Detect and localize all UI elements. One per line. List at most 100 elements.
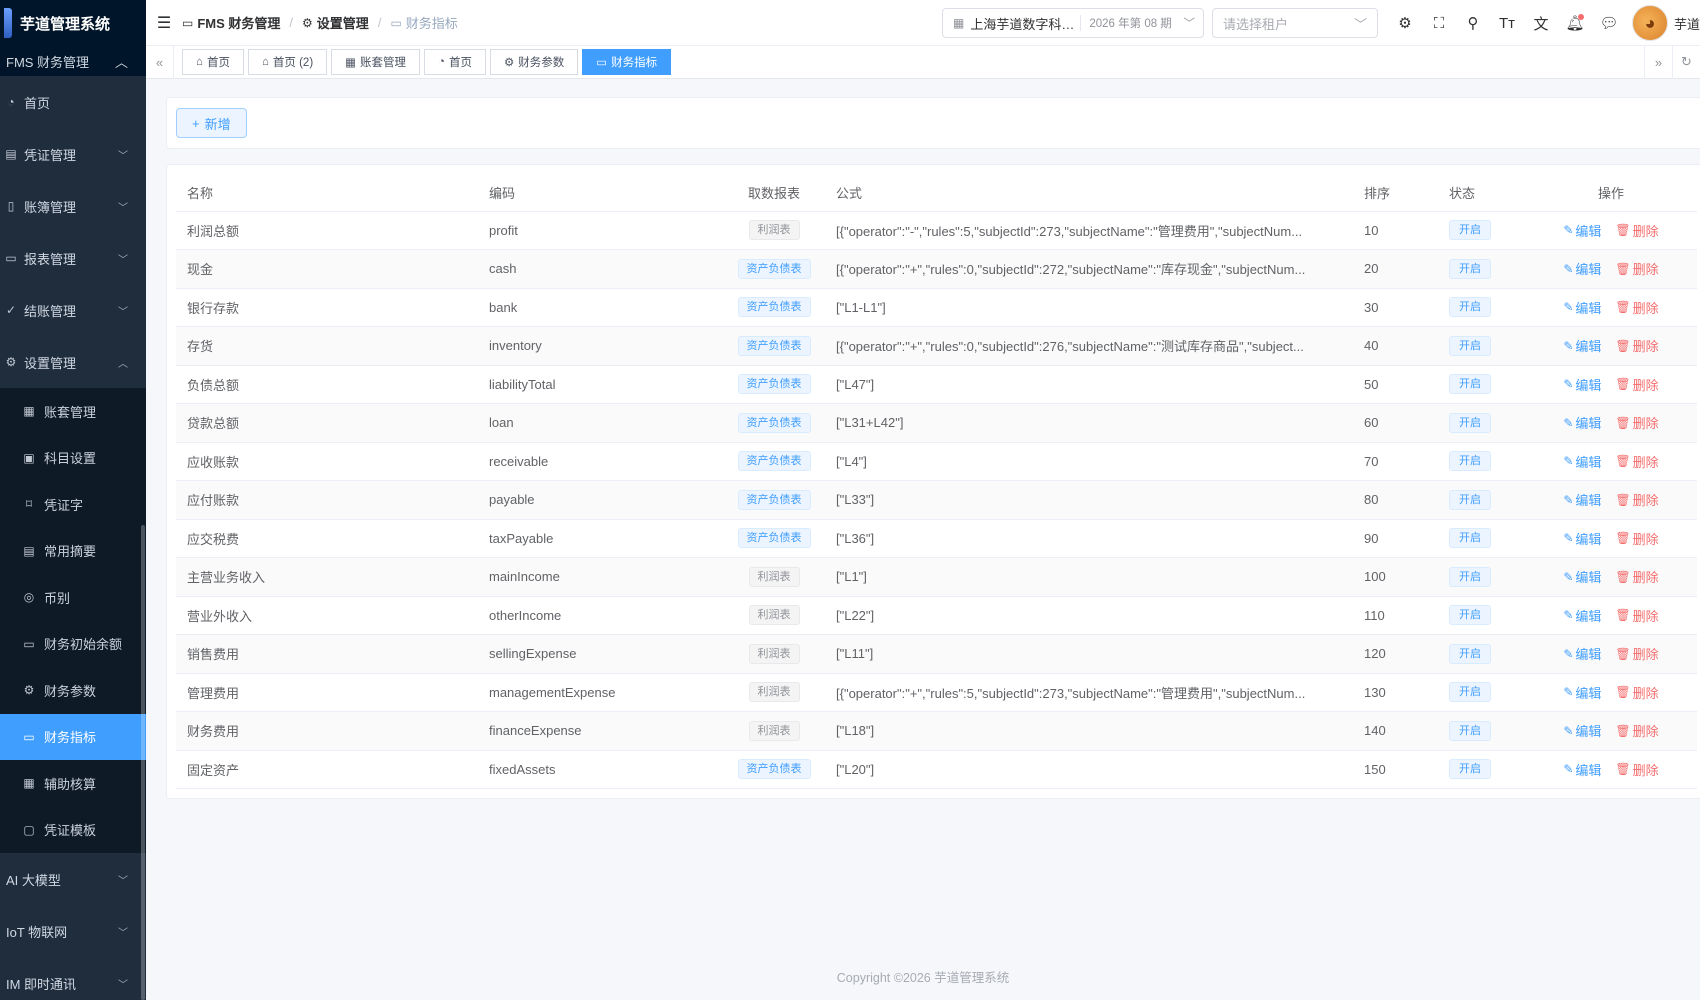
column-header-code[interactable]: 编码 (478, 175, 723, 212)
table-row[interactable]: 营业外收入 otherIncome 利润表 ["L22"] 110 开启 ✎ 编辑 🗑︎ 删除 (176, 596, 1697, 635)
edit-button[interactable]: ✎ 编辑 (1563, 298, 1601, 317)
sidebar-item-common-summary[interactable]: ▤ 常用摘要 (0, 528, 146, 575)
tag-account-set[interactable]: ▦ 账套管理 (331, 49, 421, 75)
table-row[interactable]: 应付账款 payable 资产负债表 ["L33"] 80 开启 ✎ 编辑 🗑︎ 删除 (176, 480, 1697, 520)
sidebar-item-voucher[interactable]: ▤ 凭证管理 ﹀ (0, 128, 146, 180)
delete-button[interactable]: 🗑︎ 删除 (1615, 336, 1658, 355)
fullscreen-icon[interactable]: ⛶ (1422, 6, 1456, 40)
edit-button[interactable]: ✎ 编辑 (1563, 529, 1601, 548)
sidebar-item-settings[interactable]: ⚙ 设置管理 ︿ (0, 336, 146, 388)
column-header-formula[interactable]: 公式 (825, 175, 1353, 212)
sidebar-item-im[interactable]: IM 即时通讯 ﹀ (0, 957, 146, 1000)
sidebar-item-iot[interactable]: IoT 物联网 ﹀ (0, 905, 146, 957)
table-row[interactable]: 财务费用 financeExpense 利润表 ["L18"] 140 开启 ✎ 编辑 🗑︎ 删除 (176, 711, 1697, 751)
breadcrumb-item-fms[interactable]: ▭ FMS 财务管理 (182, 13, 280, 32)
delete-button[interactable]: 🗑︎ 删除 (1615, 529, 1658, 548)
sidebar-item-report[interactable]: ▭ 报表管理 ﹀ (0, 232, 146, 284)
delete-button[interactable]: 🗑︎ 删除 (1615, 760, 1658, 779)
avatar[interactable]: ◕ (1632, 5, 1668, 41)
chat-icon[interactable]: 💬︎ (1592, 6, 1626, 40)
tag-dashboard[interactable]: ◔ 首页 (424, 49, 486, 75)
app-logo[interactable]: 芋道管理系统 (0, 0, 146, 46)
menu-group-fms[interactable]: FMS 财务管理 ︿ (0, 46, 146, 76)
table-row[interactable]: 负债总额 liabilityTotal 资产负债表 ["L47"] 50 开启 ✎ 编辑 🗑︎ 删… (176, 365, 1697, 404)
delete-button[interactable]: 🗑︎ 删除 (1615, 721, 1658, 740)
delete-button[interactable]: 🗑︎ 删除 (1615, 644, 1658, 663)
edit-icon: ✎ (1563, 454, 1574, 469)
sidebar-item-finance-params[interactable]: ⚙ 财务参数 (0, 667, 146, 714)
user-name[interactable]: 芋道 (1674, 14, 1700, 33)
table-row[interactable]: 应收账款 receivable 资产负债表 ["L4"] 70 开启 ✎ 编辑 🗑︎ 删除 (176, 442, 1697, 481)
column-header-status[interactable]: 状态 (1438, 175, 1525, 212)
delete-button[interactable]: 🗑︎ 删除 (1615, 683, 1658, 702)
sidebar-item-subject-settings[interactable]: ▣ 科目设置 (0, 435, 146, 482)
sidebar-item-ai[interactable]: AI 大模型 ﹀ (0, 853, 146, 905)
settings-icon[interactable]: ⚙ (1388, 6, 1422, 40)
delete-button[interactable]: 🗑︎ 删除 (1615, 567, 1658, 586)
delete-button[interactable]: 🗑︎ 删除 (1615, 413, 1658, 432)
translate-icon[interactable]: 文 (1524, 6, 1558, 40)
column-header-sort[interactable]: 排序 (1353, 175, 1438, 212)
sidebar-item-auxiliary[interactable]: ▦ 辅助核算 (0, 760, 146, 807)
tenant-select[interactable]: 请选择租户 ﹀ (1212, 8, 1378, 38)
sidebar-item-initial-balance[interactable]: ▭ 财务初始余额 (0, 621, 146, 668)
tag-finance-params[interactable]: ⚙ 财务参数 (489, 49, 579, 75)
double-chevron-left-icon[interactable]: « (146, 45, 174, 79)
delete-button[interactable]: 🗑︎ 删除 (1615, 221, 1658, 240)
table-row[interactable]: 现金 cash 资产负债表 [{"operator":"+","rules":0,"s… (176, 249, 1697, 289)
delete-button[interactable]: 🗑︎ 删除 (1615, 375, 1658, 394)
menu-toggle-icon[interactable]: ☰ (146, 13, 182, 33)
table-row[interactable]: 利润总额 profit 利润表 [{"operator":"-","rules":5,… (176, 211, 1697, 250)
delete-button[interactable]: 🗑︎ 删除 (1615, 259, 1658, 278)
sidebar-item-finance-indicator[interactable]: ▭ 财务指标 (0, 713, 146, 760)
edit-button[interactable]: ✎ 编辑 (1563, 721, 1601, 740)
edit-button[interactable]: ✎ 编辑 (1563, 221, 1601, 240)
delete-button[interactable]: 🗑︎ 删除 (1615, 452, 1658, 471)
sidebar-item-account-set[interactable]: ▦ 账套管理 (0, 388, 146, 435)
tag-finance-indicator[interactable]: ▭ 财务指标 (582, 49, 672, 75)
bell-icon[interactable]: 🔔︎ (1558, 6, 1592, 40)
sidebar-item-currency[interactable]: ◎ 币别 (0, 574, 146, 621)
breadcrumb-item-settings[interactable]: ⚙ 设置管理 (302, 13, 369, 32)
edit-button[interactable]: ✎ 编辑 (1563, 683, 1601, 702)
edit-button[interactable]: ✎ 编辑 (1563, 760, 1601, 779)
add-button[interactable]: + 新增 (176, 108, 247, 138)
tag-home[interactable]: ⌂ 首页 (182, 49, 244, 75)
delete-button[interactable]: 🗑︎ 删除 (1615, 298, 1658, 317)
sidebar-item-ledger[interactable]: ▯ 账簿管理 ﹀ (0, 180, 146, 232)
edit-button[interactable]: ✎ 编辑 (1563, 606, 1601, 625)
font-size-icon[interactable]: Tт (1490, 6, 1524, 40)
edit-button[interactable]: ✎ 编辑 (1563, 567, 1601, 586)
edit-button[interactable]: ✎ 编辑 (1563, 490, 1601, 509)
column-header-report[interactable]: 取数报表 (723, 175, 825, 212)
table-row[interactable]: 主营业务收入 mainIncome 利润表 ["L1"] 100 开启 ✎ 编辑 🗑︎ 删除 (176, 557, 1697, 597)
edit-button[interactable]: ✎ 编辑 (1563, 452, 1601, 471)
sidebar-scrollbar[interactable] (141, 525, 145, 1000)
tag-home-2[interactable]: ⌂ 首页 (2) (247, 49, 328, 75)
sidebar-item-voucher-template[interactable]: ▢ 凭证模板 (0, 807, 146, 854)
table-row[interactable]: 固定资产 fixedAssets 资产负债表 ["L20"] 150 开启 ✎ 编辑 🗑︎ 删除 (176, 750, 1697, 789)
table-row[interactable]: 银行存款 bank 资产负债表 ["L1-L1"] 30 开启 ✎ 编辑 🗑︎ 删除 (176, 288, 1697, 327)
cell-name: 应收账款 (176, 442, 478, 481)
delete-button[interactable]: 🗑︎ 删除 (1615, 490, 1658, 509)
table-row[interactable]: 存货 inventory 资产负债表 [{"operator":"+","rules"… (176, 326, 1697, 366)
refresh-icon[interactable]: ↻ (1672, 45, 1700, 79)
column-header-name[interactable]: 名称 (176, 175, 478, 212)
edit-button[interactable]: ✎ 编辑 (1563, 644, 1601, 663)
edit-button[interactable]: ✎ 编辑 (1563, 259, 1601, 278)
table-row[interactable]: 贷款总额 loan 资产负债表 ["L31+L42"] 60 开启 ✎ 编辑 🗑︎ 删除 (176, 403, 1697, 443)
sidebar-item-voucher-word[interactable]: ⌑ 凭证字 (0, 481, 146, 528)
table-row[interactable]: 管理费用 managementExpense 利润表 [{"operator":"+"… (176, 673, 1697, 712)
search-icon[interactable]: ⚲ (1456, 6, 1490, 40)
double-chevron-right-icon[interactable]: » (1644, 45, 1672, 79)
edit-button[interactable]: ✎ 编辑 (1563, 413, 1601, 432)
period-select[interactable]: 2026 年第 08 期 ﹀ (1080, 15, 1203, 31)
sidebar-item-closing[interactable]: ✓ 结账管理 ﹀ (0, 284, 146, 336)
table-row[interactable]: 销售费用 sellingExpense 利润表 ["L11"] 120 开启 ✎ 编辑 🗑︎ 删除 (176, 634, 1697, 674)
delete-button[interactable]: 🗑︎ 删除 (1615, 606, 1658, 625)
table-row[interactable]: 应交税费 taxPayable 资产负债表 ["L36"] 90 开启 ✎ 编辑 🗑︎ 删除 (176, 519, 1697, 558)
sidebar-item-home[interactable]: ◔ 首页 (0, 76, 146, 128)
edit-button[interactable]: ✎ 编辑 (1563, 336, 1601, 355)
account-set-switcher[interactable]: ▦ 上海芋道数字科技有限公司 2026 年第 08 期 ﹀ (942, 8, 1204, 38)
edit-button[interactable]: ✎ 编辑 (1563, 375, 1601, 394)
